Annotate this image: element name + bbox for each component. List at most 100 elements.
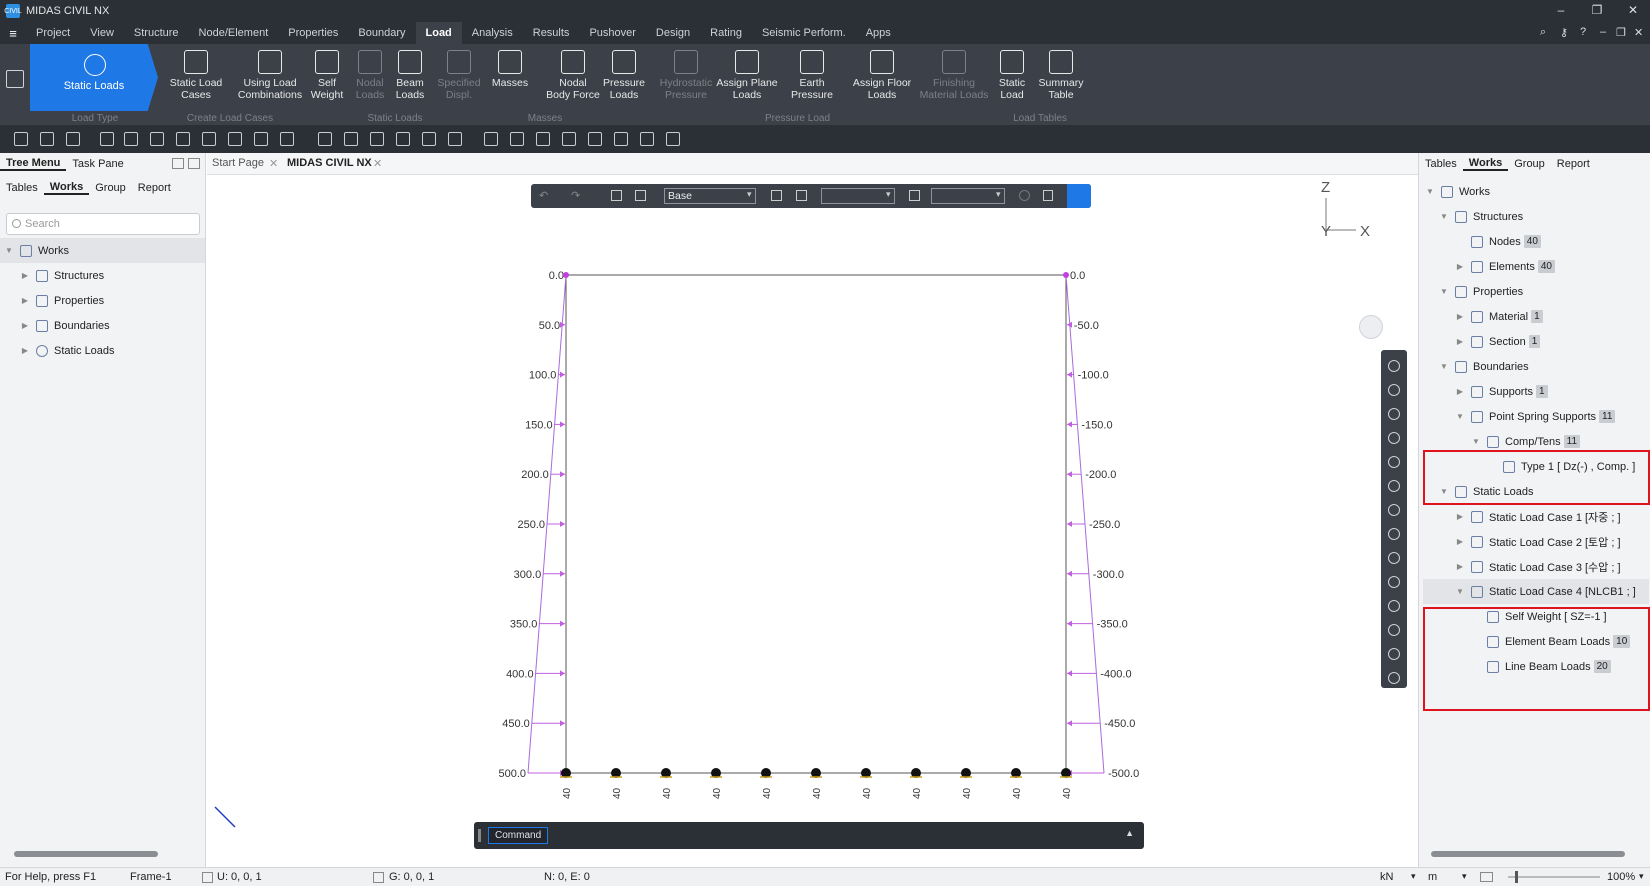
model-viewport[interactable]: 0.0 0.0 50.0 -50.0 100.0 -100.0 150.0 -150.0 200…	[207, 175, 1418, 867]
tree-item-static-load-case-1[interactable]: ▶ Static Load Case 1 [자중 ; ]	[1455, 504, 1621, 529]
close-icon[interactable]: ✕	[1625, 3, 1641, 17]
ribbon-button-self-weight[interactable]: Self Weight	[307, 50, 347, 101]
tab-works[interactable]: Works	[1462, 157, 1509, 171]
refresh-icon[interactable]	[1019, 190, 1030, 201]
ribbon-button-beam-load[interactable]: Beam Loads	[390, 50, 430, 101]
unlock-toggle-icon[interactable]	[1067, 184, 1091, 208]
toolbar-tool-icon[interactable]	[202, 132, 216, 146]
chevron-up-icon[interactable]: ▲	[1125, 828, 1134, 838]
toolbar-tool-icon[interactable]	[588, 132, 602, 146]
chevron-down-icon[interactable]: ▼	[1439, 362, 1449, 371]
chevron-down-icon[interactable]: ▾	[747, 189, 752, 200]
length-unit-select[interactable]: m	[1428, 871, 1437, 883]
menu-project[interactable]: Project	[26, 22, 80, 44]
toolbar-tool-icon[interactable]	[318, 132, 332, 146]
view-tool-icon[interactable]	[1388, 432, 1400, 444]
zoom-slider-thumb[interactable]	[1515, 871, 1518, 883]
toolbar-tool-icon[interactable]	[640, 132, 654, 146]
lock-icon[interactable]	[1043, 190, 1053, 201]
tree-item-properties[interactable]: ▼ Properties	[1439, 279, 1523, 304]
tree-item-nodes[interactable]: Nodes 40	[1455, 229, 1541, 254]
search-icon[interactable]: ⌕	[1540, 26, 1546, 39]
tab-report[interactable]: Report	[132, 182, 177, 194]
doc-restore-icon[interactable]: ❐	[1616, 26, 1626, 39]
tab-group[interactable]: Group	[1508, 158, 1551, 170]
tree-item-material[interactable]: ▶ Material 1	[1455, 304, 1543, 329]
menu-seismic-perform[interactable]: Seismic Perform.	[752, 22, 856, 44]
tab-group[interactable]: Group	[89, 182, 132, 194]
ribbon-button-earth-pressure[interactable]: Earth Pressure	[787, 50, 837, 101]
toolbar-tool-icon[interactable]	[536, 132, 550, 146]
menu-pushover[interactable]: Pushover	[579, 22, 645, 44]
layer-icon[interactable]	[771, 190, 782, 201]
chevron-down-icon[interactable]: ▾	[886, 189, 891, 200]
tab-report[interactable]: Report	[1551, 158, 1596, 170]
tree-item-works[interactable]: ▼ Works	[0, 238, 205, 263]
ribbon-button-plane-load[interactable]: Assign Plane Loads	[714, 50, 780, 101]
toolbar-tool-icon[interactable]	[124, 132, 138, 146]
chevron-down-icon[interactable]: ▼	[1471, 437, 1481, 446]
base-select[interactable]: Base	[664, 188, 756, 204]
tree-item-structures[interactable]: ▶ Structures	[0, 263, 205, 288]
chevron-right-icon[interactable]: ▶	[1455, 562, 1465, 571]
drag-handle-icon[interactable]	[478, 829, 481, 842]
toolbar-tool-icon[interactable]	[666, 132, 680, 146]
chevron-right-icon[interactable]: ▶	[1455, 512, 1465, 521]
chevron-down-icon[interactable]: ▼	[1439, 212, 1449, 221]
copy-icon[interactable]	[611, 190, 622, 201]
toolbar-tool-icon[interactable]	[100, 132, 114, 146]
chevron-down-icon[interactable]: ▼	[1455, 587, 1465, 596]
view-tool-icon[interactable]	[1388, 528, 1400, 540]
redo-icon[interactable]: ↷	[571, 189, 580, 202]
ribbon-button-lc[interactable]: Static Load Cases	[168, 50, 224, 101]
help-icon[interactable]: ?	[1580, 26, 1586, 38]
layout-split-icon[interactable]	[188, 158, 200, 169]
ribbon-button-lc-combo[interactable]: Using Load Combinations	[236, 50, 304, 101]
menu-node-element[interactable]: Node/Element	[189, 22, 279, 44]
filter-icon[interactable]	[796, 190, 807, 201]
tab-start-page[interactable]: Start Page	[212, 157, 264, 169]
view-tool-icon[interactable]	[1388, 552, 1400, 564]
tree-item-properties[interactable]: ▶ Properties	[0, 288, 205, 313]
tree-item-section[interactable]: ▶ Section 1	[1455, 329, 1541, 354]
chevron-right-icon[interactable]: ▶	[1455, 537, 1465, 546]
menu-structure[interactable]: Structure	[124, 22, 189, 44]
ribbon-pin-icon[interactable]	[6, 70, 24, 88]
close-tab-icon[interactable]: ✕	[269, 157, 278, 170]
toolbar-tool-icon[interactable]	[254, 132, 268, 146]
group-icon[interactable]	[909, 190, 920, 201]
view-tool-icon[interactable]	[1388, 672, 1400, 684]
tree-item-static-load-case-2[interactable]: ▶ Static Load Case 2 [토압 ; ]	[1455, 529, 1621, 554]
tree-item-supports[interactable]: ▶ Supports 1	[1455, 379, 1548, 404]
menu-apps[interactable]: Apps	[856, 22, 901, 44]
chevron-down-icon[interactable]: ▼	[4, 246, 14, 255]
tree-item-elements[interactable]: ▶ Elements 40	[1455, 254, 1555, 279]
menu-properties[interactable]: Properties	[278, 22, 348, 44]
menu-boundary[interactable]: Boundary	[348, 22, 415, 44]
close-tab-icon[interactable]: ✕	[373, 157, 382, 170]
chevron-right-icon[interactable]: ▶	[20, 346, 30, 355]
doc-close-icon[interactable]: ✕	[1634, 26, 1643, 39]
tree-item-boundaries[interactable]: ▶ Boundaries	[0, 313, 205, 338]
menu-design[interactable]: Design	[646, 22, 700, 44]
toolbar-tool-icon[interactable]	[484, 132, 498, 146]
toolbar-tool-icon[interactable]	[14, 132, 28, 146]
tree-item-static-load-case-3[interactable]: ▶ Static Load Case 3 [수압 ; ]	[1455, 554, 1621, 579]
tab-tree-menu[interactable]: Tree Menu	[0, 157, 67, 171]
tab-task-pane[interactable]: Task Pane	[66, 158, 129, 170]
view-tool-icon[interactable]	[1388, 576, 1400, 588]
tree-item-point-spring-supports[interactable]: ▼ Point Spring Supports 11	[1455, 404, 1616, 429]
view-select-1[interactable]	[821, 188, 895, 204]
toolbar-tool-icon[interactable]	[614, 132, 628, 146]
zoom-value[interactable]: 100%	[1607, 871, 1635, 883]
view-tool-icon[interactable]	[1388, 360, 1400, 372]
doc-minimize-icon[interactable]: –	[1600, 26, 1606, 38]
chevron-down-icon[interactable]: ▾	[1639, 871, 1644, 882]
chevron-down-icon[interactable]: ▼	[1425, 187, 1435, 196]
chevron-down-icon[interactable]: ▼	[1439, 287, 1449, 296]
view-tool-icon[interactable]	[1388, 624, 1400, 636]
toolbar-tool-icon[interactable]	[280, 132, 294, 146]
view-tool-icon[interactable]	[1388, 456, 1400, 468]
chevron-right-icon[interactable]: ▶	[20, 271, 30, 280]
layout-icon[interactable]	[172, 158, 184, 169]
